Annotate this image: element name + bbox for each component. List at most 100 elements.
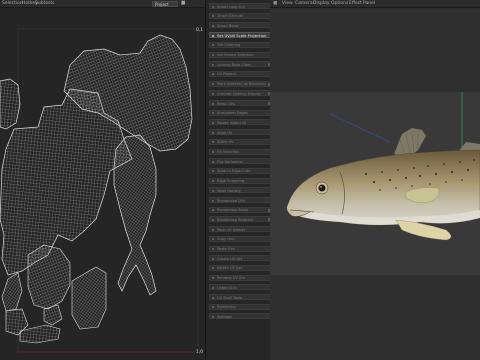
toolkit-item[interactable]: Symmetry [209, 303, 273, 310]
toolkit-item[interactable]: UV Repack [209, 70, 273, 77]
toolkit-item[interactable]: Rotate Island 90 [209, 119, 273, 126]
toolkit-item[interactable]: Randomize UVs⚙ [209, 197, 276, 204]
toolkit-item-label: Smart Loop Cut [217, 4, 245, 9]
toolkit-item-label: Average [217, 314, 232, 319]
toolkit-item-icon [212, 170, 214, 173]
toolkit-item[interactable]: Align UV [209, 129, 273, 136]
toolkit-item[interactable]: Copy UVs [209, 235, 273, 242]
toolkit-item[interactable]: Rename UV Set [209, 274, 273, 281]
toolkit-item[interactable]: Average [209, 313, 273, 320]
toolkit-item[interactable]: Unwrap Both Sides [209, 61, 273, 68]
toolkit-item[interactable]: Fill Selection [209, 148, 273, 155]
toolkit-item-label: Smart Bevel [217, 23, 240, 28]
toolkit-item-icon [212, 160, 214, 163]
uv-editor-panel: Selection Hotkey Subtools Project ▲ ▤ ▦ … [0, 0, 205, 360]
toolkit-item[interactable]: Unfold UVs [209, 284, 273, 291]
toolkit-item-icon [212, 121, 214, 124]
viewport-scene-canvas [286, 92, 480, 241]
menu-effect[interactable]: Effect [349, 0, 362, 8]
toolkit-item-icon [212, 238, 214, 241]
toolkit-item-icon [212, 277, 214, 280]
toolkit-item-icon [212, 286, 214, 289]
toolkit-item[interactable]: Mark Selected as Boundary [209, 80, 273, 87]
toolkit-item-icon [212, 209, 214, 212]
project-dropdown[interactable]: Project [152, 0, 178, 7]
modeling-toolkit-panel: Smart Loop Cut Smart Extrude Smart Bevel Se… [205, 0, 276, 360]
toolkit-item-label: Relax UVs [217, 101, 235, 106]
toolkit-item-icon [212, 296, 214, 299]
menu-subtools[interactable]: Subtools [35, 0, 54, 8]
menu-selection[interactable]: Selection [2, 0, 23, 8]
uv-island-top-left[interactable] [0, 78, 21, 130]
toolkit-item[interactable]: Straighten Edges [209, 109, 273, 116]
gizmo-z-axis [329, 113, 391, 143]
toolkit-item[interactable]: Create UV Set [209, 255, 273, 262]
toolkit-item[interactable]: Edge Snapping [209, 177, 273, 184]
toolkit-item-icon [212, 24, 214, 27]
toolkit-item-label: Mark Selected as Boundary [217, 82, 267, 87]
menu-camera[interactable]: Camera [295, 0, 313, 8]
toolkit-item[interactable]: Smart Loop Cut [209, 3, 273, 9]
toolkit-item-label: Set UV/dt Scale Projection [217, 32, 267, 38]
menu-display[interactable]: Display [313, 0, 330, 8]
project-dropdown-value: Project [155, 1, 169, 7]
toolkit-item[interactable]: Stitch UV [209, 138, 273, 145]
toolkit-item[interactable]: Smart Bevel [209, 22, 273, 29]
toolkit-item-icon [212, 199, 214, 202]
menu-options[interactable]: Options [331, 0, 348, 8]
toolkit-item[interactable]: Relax UVs [209, 100, 273, 106]
toolkit-item-label: Flip Horizontal [217, 159, 243, 164]
toolkit-item-label: Create UV Set [217, 256, 243, 261]
uv-canvas[interactable]: 0,1 1,0 [0, 9, 205, 360]
toolkit-item-icon [212, 257, 214, 260]
fish-model[interactable] [286, 127, 480, 241]
uv-tool-icon-4[interactable]: ☷ [181, 0, 185, 8]
uv-island-small-1[interactable] [1, 272, 23, 312]
toolkit-item-label: Checker Overlay Display [217, 91, 262, 96]
toolkit-item-icon [212, 63, 214, 66]
toolkit-item[interactable]: Checker Overlay Display [209, 90, 273, 97]
toolkit-item-icon [212, 189, 214, 192]
viewport-panel: ■ View Camera Display Options Effect Pan… [270, 0, 480, 360]
toolkit-item-icon [212, 92, 214, 95]
menu-view[interactable]: View [282, 0, 293, 8]
toolkit-item-icon [212, 102, 214, 105]
uv-island-tail[interactable] [113, 134, 157, 296]
toolkit-item-label: Unwrap Both Sides [217, 62, 252, 67]
toolkit-item[interactable]: Set UV/dt Scale Projection⚙ [209, 32, 276, 39]
toolkit-item[interactable]: Snap to Edge Cuts [209, 167, 273, 174]
toolkit-item-label: Randomize Scale [217, 208, 248, 213]
toolkit-item[interactable]: Paste UVs [209, 245, 273, 252]
toolkit-item[interactable]: Pack UV Islands [209, 226, 273, 233]
uv-island-small-2[interactable] [27, 244, 71, 310]
toolkit-item-icon [212, 306, 214, 309]
toolkit-item-label: Tile Chaining [217, 43, 241, 48]
toolkit-item[interactable]: Randomize Scale [209, 206, 273, 213]
uv-island-small-5[interactable] [19, 324, 61, 344]
toolkit-item[interactable]: Set Seams Selection⚙ [209, 51, 276, 59]
toolkit-item-label: Pack UV Islands [217, 227, 246, 232]
viewport-camera-icon[interactable]: ■ [273, 0, 277, 8]
toolkit-item[interactable]: UV Shell Tools [209, 294, 273, 300]
toolkit-item-label: Symmetry [217, 305, 236, 310]
toolkit-item-icon [212, 151, 214, 153]
toolkit-item[interactable]: Flip Horizontal [209, 158, 273, 165]
uv-island-small-6[interactable] [43, 304, 63, 326]
menu-panel[interactable]: Panel [363, 0, 375, 8]
toolkit-item[interactable]: Tile Chaining [209, 41, 273, 48]
toolkit-item-label: Rename UV Set [217, 276, 246, 281]
toolkit-item-label: Delete UV Set [217, 266, 243, 271]
toolkit-item[interactable]: Smart Extrude [209, 12, 273, 19]
toolkit-item-label: Snap to Edge Cuts [217, 169, 251, 174]
toolkit-item[interactable]: Delete UV Set [209, 264, 273, 271]
uv-island-small-4[interactable] [71, 266, 107, 330]
toolkit-item-icon [212, 248, 214, 250]
viewport-scene[interactable] [270, 92, 480, 275]
uv-corner-label-top: 0,1 [196, 27, 203, 33]
toolkit-item-label: UV Shell Tools [217, 295, 242, 300]
toolkit-item-label: Texel Density [217, 188, 241, 193]
toolkit-item[interactable]: Randomize Rotation [209, 216, 273, 223]
toolkit-item-icon [212, 180, 214, 183]
toolkit-item-label: Set Seams Selection [217, 53, 254, 57]
toolkit-item[interactable]: Texel Density [209, 187, 273, 194]
